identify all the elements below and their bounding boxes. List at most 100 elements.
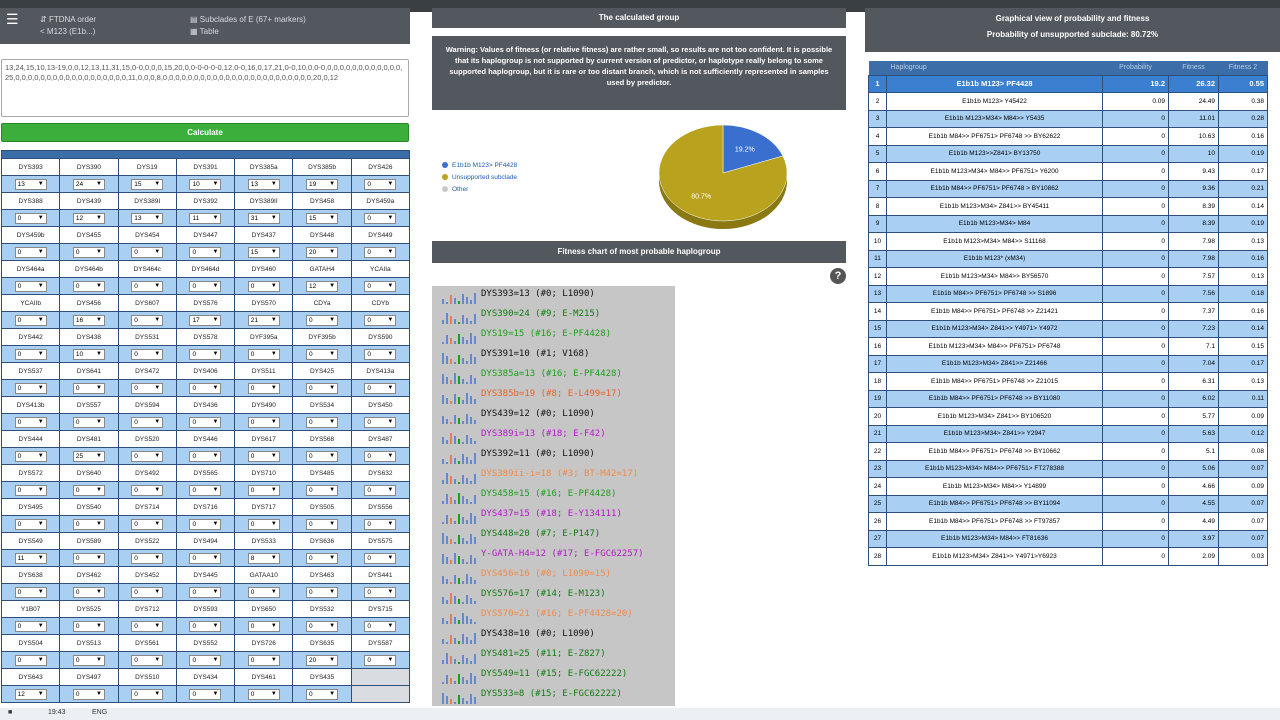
marker-value-select[interactable]: 15 xyxy=(131,178,164,190)
marker-value-select[interactable]: 11 xyxy=(189,212,222,224)
marker-value-select[interactable]: 0 xyxy=(189,246,222,258)
result-row[interactable]: 10 E1b1b M123>M34> M84>> S11168 0 7.98 0.13 xyxy=(868,232,1268,251)
marker-value-select[interactable]: 0 xyxy=(14,382,47,394)
marker-value-select[interactable]: 0 xyxy=(14,246,47,258)
marker-value-select[interactable]: 0 xyxy=(247,586,280,598)
marker-value-select[interactable]: 13 xyxy=(14,178,47,190)
result-row[interactable]: 5 E1b1b M123>>Z841> BY13750 0 10 0.19 xyxy=(868,144,1268,163)
marker-value-select[interactable]: 0 xyxy=(247,484,280,496)
marker-value-select[interactable]: 0 xyxy=(72,586,105,598)
marker-value-select[interactable]: 0 xyxy=(131,620,164,632)
legend-item[interactable]: Other xyxy=(442,184,517,196)
marker-value-select[interactable]: 0 xyxy=(247,688,280,700)
result-row[interactable]: 25 E1b1b M84>> PF6751> PF6748 >> BY11094 0… xyxy=(868,494,1268,513)
marker-value-select[interactable]: 0 xyxy=(72,246,105,258)
marker-value-select[interactable]: 0 xyxy=(131,484,164,496)
marker-value-select[interactable]: 15 xyxy=(306,212,339,224)
marker-value-select[interactable]: 0 xyxy=(189,484,222,496)
result-row[interactable]: 27 E1b1b M123>M34> M84>> FT81636 0 3.97 0.07 xyxy=(868,529,1268,548)
marker-value-select[interactable]: 0 xyxy=(189,688,222,700)
marker-value-select[interactable]: 0 xyxy=(364,314,397,326)
marker-value-select[interactable]: 0 xyxy=(131,586,164,598)
calculate-button[interactable]: Calculate xyxy=(1,123,409,142)
marker-value-select[interactable]: 0 xyxy=(14,586,47,598)
marker-value-select[interactable]: 0 xyxy=(72,280,105,292)
marker-value-select[interactable]: 0 xyxy=(306,382,339,394)
help-icon[interactable]: ? xyxy=(830,268,846,284)
result-row[interactable]: 26 E1b1b M84>> PF6751> PF6748 >> FT97857 0… xyxy=(868,512,1268,531)
marker-value-select[interactable]: 0 xyxy=(72,518,105,530)
marker-value-select[interactable]: 0 xyxy=(131,348,164,360)
marker-value-select[interactable]: 0 xyxy=(14,212,47,224)
marker-value-select[interactable]: 0 xyxy=(189,416,222,428)
marker-value-select[interactable]: 0 xyxy=(364,450,397,462)
result-row[interactable]: 23 E1b1b M123>M34> M84>> PF6751> FT278388… xyxy=(868,459,1268,478)
windows-start-icon[interactable]: ■ xyxy=(8,709,12,716)
marker-value-select[interactable]: 0 xyxy=(72,484,105,496)
marker-value-select[interactable]: 0 xyxy=(364,552,397,564)
marker-value-select[interactable]: 0 xyxy=(189,552,222,564)
marker-value-select[interactable]: 0 xyxy=(131,450,164,462)
marker-value-select[interactable]: 0 xyxy=(131,382,164,394)
marker-value-select[interactable]: 13 xyxy=(131,212,164,224)
marker-value-select[interactable]: 0 xyxy=(131,246,164,258)
marker-value-select[interactable]: 0 xyxy=(364,416,397,428)
marker-value-select[interactable]: 0 xyxy=(306,314,339,326)
legend-item[interactable]: Unsupported subclade xyxy=(442,172,517,184)
result-row[interactable]: 14 E1b1b M84>> PF6751> PF6748 >> Z21421 0 7… xyxy=(868,302,1268,321)
marker-value-select[interactable]: 0 xyxy=(131,416,164,428)
marker-value-select[interactable]: 31 xyxy=(247,212,280,224)
marker-value-select[interactable]: 20 xyxy=(306,246,339,258)
marker-value-select[interactable]: 0 xyxy=(72,654,105,666)
marker-value-select[interactable]: 0 xyxy=(247,620,280,632)
marker-value-select[interactable]: 0 xyxy=(364,348,397,360)
marker-value-select[interactable]: 0 xyxy=(306,348,339,360)
marker-value-select[interactable]: 0 xyxy=(364,620,397,632)
result-row[interactable]: 28 E1b1b M123>M34> Z841>> Y4971>Y6923 0 2.0… xyxy=(868,547,1268,566)
marker-value-select[interactable]: 0 xyxy=(72,688,105,700)
marker-value-select[interactable]: 0 xyxy=(189,518,222,530)
marker-value-select[interactable]: 0 xyxy=(306,416,339,428)
marker-value-select[interactable]: 13 xyxy=(247,178,280,190)
result-row[interactable]: 20 E1b1b M123>M34> Z841>> BY106520 0 5.77 0.… xyxy=(868,407,1268,426)
ftdna-order-link[interactable]: ⇵ FTDNA order xyxy=(40,15,96,24)
marker-value-select[interactable]: 0 xyxy=(364,382,397,394)
marker-value-select[interactable]: 21 xyxy=(247,314,280,326)
marker-value-select[interactable]: 0 xyxy=(364,484,397,496)
sliders-menu-icon[interactable]: ☰ xyxy=(6,12,20,26)
marker-value-select[interactable]: 12 xyxy=(306,280,339,292)
result-row[interactable]: 21 E1b1b M123>M34> Z841>> Y2947 0 5.63 0.12 xyxy=(868,424,1268,443)
legend-item[interactable]: E1b1b M123> PF4428 xyxy=(442,160,517,172)
marker-value-select[interactable]: 0 xyxy=(247,416,280,428)
marker-value-select[interactable]: 0 xyxy=(364,178,397,190)
marker-value-select[interactable]: 0 xyxy=(131,654,164,666)
marker-value-select[interactable]: 0 xyxy=(14,654,47,666)
marker-value-select[interactable]: 25 xyxy=(72,450,105,462)
marker-value-select[interactable]: 0 xyxy=(306,586,339,598)
marker-value-select[interactable]: 0 xyxy=(189,348,222,360)
marker-value-select[interactable]: 0 xyxy=(72,552,105,564)
marker-value-select[interactable]: 0 xyxy=(14,620,47,632)
result-row[interactable]: 2 E1b1b M123> Y45422 0.09 24.49 0.38 xyxy=(868,92,1268,111)
marker-value-select[interactable]: 10 xyxy=(189,178,222,190)
marker-value-select[interactable]: 0 xyxy=(247,450,280,462)
marker-value-select[interactable]: 0 xyxy=(131,552,164,564)
result-row[interactable]: 13 E1b1b M84>> PF6751> PF6748 >> S1896 0 7.… xyxy=(868,284,1268,303)
marker-value-select[interactable]: 0 xyxy=(247,280,280,292)
marker-value-select[interactable]: 0 xyxy=(364,280,397,292)
marker-value-select[interactable]: 0 xyxy=(14,518,47,530)
marker-value-select[interactable]: 0 xyxy=(247,654,280,666)
marker-value-select[interactable]: 0 xyxy=(72,620,105,632)
marker-value-select[interactable]: 0 xyxy=(189,620,222,632)
marker-value-select[interactable]: 0 xyxy=(14,484,47,496)
marker-value-select[interactable]: 0 xyxy=(306,688,339,700)
marker-value-select[interactable]: 24 xyxy=(72,178,105,190)
marker-value-select[interactable]: 0 xyxy=(72,416,105,428)
result-row[interactable]: 22 E1b1b M84>> PF6751> PF6748 >> BY10662 0… xyxy=(868,442,1268,461)
marker-value-select[interactable]: 0 xyxy=(306,450,339,462)
marker-value-select[interactable]: 0 xyxy=(306,484,339,496)
marker-value-select[interactable]: 10 xyxy=(72,348,105,360)
marker-value-select[interactable]: 0 xyxy=(131,280,164,292)
marker-value-select[interactable]: 0 xyxy=(189,586,222,598)
marker-value-select[interactable]: 11 xyxy=(14,552,47,564)
